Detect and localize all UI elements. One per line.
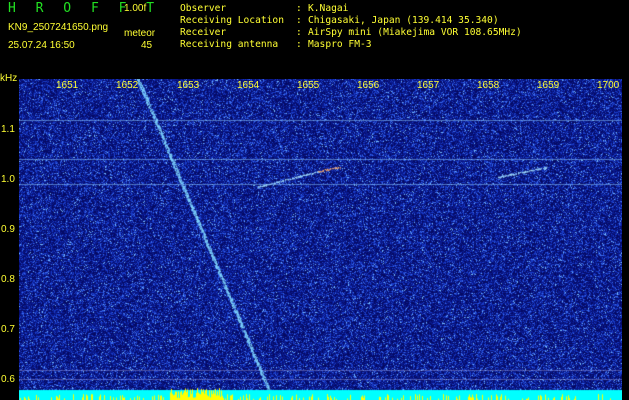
time-tick: 1656 (357, 80, 380, 91)
file-name: KN9_2507241650.png (8, 22, 109, 33)
colon: : (296, 15, 302, 26)
time-tick: 1658 (477, 80, 500, 91)
timestamp: 25.07.24 16:50 (8, 40, 75, 51)
time-tick: 1651 (56, 80, 79, 91)
spectrogram-canvas[interactable] (19, 79, 622, 400)
colon: : (296, 3, 302, 14)
colon: : (296, 39, 302, 50)
observer-value: K.Nagai (308, 3, 349, 14)
frequency-unit-label: kHz (0, 73, 18, 84)
time-tick: 1700 (597, 80, 620, 91)
mode-label: meteor (124, 28, 156, 39)
event-count: 45 (141, 40, 153, 51)
time-tick: 1652 (116, 80, 139, 91)
freq-tick: 0.8 (1, 274, 15, 285)
observer-label: Observer (180, 3, 227, 14)
colon: : (296, 27, 302, 38)
time-tick: 1654 (237, 80, 260, 91)
time-tick: 1653 (177, 80, 200, 91)
freq-tick: 1.1 (1, 124, 15, 135)
location-label: Receiving Location (180, 15, 284, 26)
freq-tick: 0.9 (1, 224, 15, 235)
freq-tick: 0.6 (1, 374, 15, 385)
time-tick: 1655 (297, 80, 320, 91)
antenna-value: Maspro FM-3 (308, 39, 372, 50)
time-tick: 1657 (417, 80, 440, 91)
location-value: Chigasaki, Japan (139.414 35.340) (308, 15, 499, 26)
receiver-value: AirSpy mini (Miakejima VOR 108.65MHz) (308, 27, 522, 38)
freq-tick: 0.7 (1, 324, 15, 335)
receiver-label: Receiver (180, 27, 227, 38)
version-label: 1.00f (124, 3, 147, 14)
time-tick: 1659 (537, 80, 560, 91)
freq-tick: 1.0 (1, 174, 15, 185)
antenna-label: Receiving antenna (180, 39, 279, 50)
